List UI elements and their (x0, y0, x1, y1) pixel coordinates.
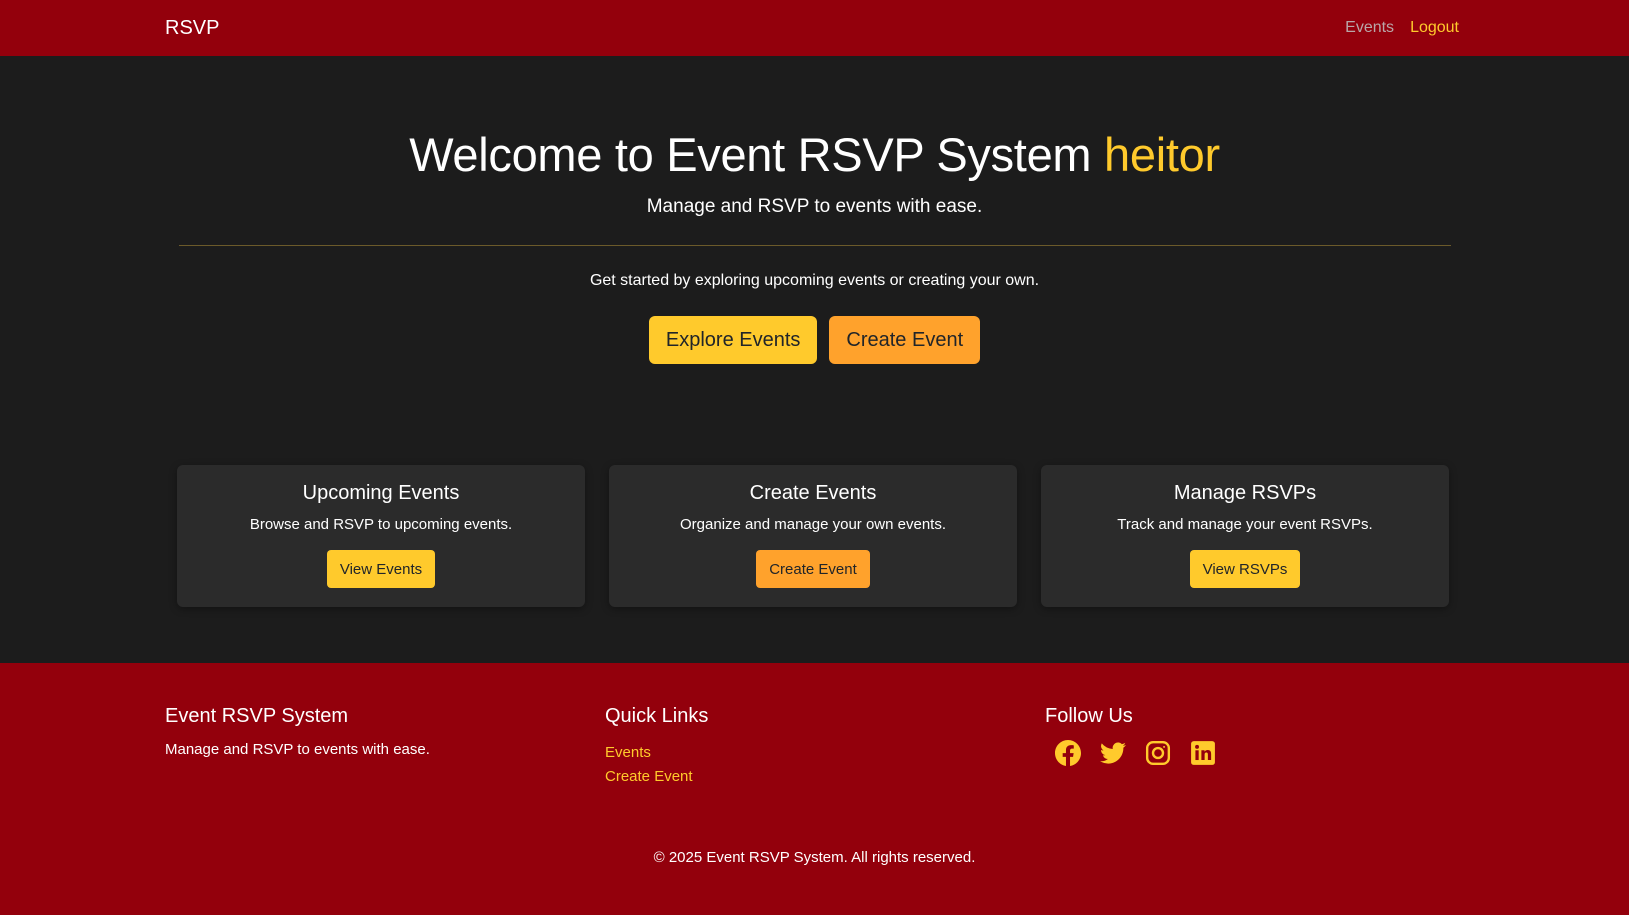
footer-quick-links: Quick Links Events Create Event (605, 705, 1045, 789)
nav-link-events[interactable]: Events (1345, 19, 1394, 37)
card-text: Organize and manage your own events. (680, 516, 946, 533)
create-event-button[interactable]: Create Event (829, 316, 981, 365)
card-manage-rsvps: Manage RSVPs Track and manage your event… (1041, 465, 1449, 607)
brand-link[interactable]: RSVP (165, 17, 219, 40)
footer-columns: Event RSVP System Manage and RSVP to eve… (0, 663, 1629, 789)
hero-subtitle: Manage and RSVP to events with ease. (646, 196, 983, 218)
copyright: © 2025 Event RSVP System. All rights res… (653, 849, 976, 866)
card-text: Track and manage your event RSVPs. (1117, 516, 1373, 533)
card-title: Manage RSVPs (1173, 482, 1317, 504)
card-upcoming-events: Upcoming Events Browse and RSVP to upcom… (177, 465, 585, 607)
footer-link-create-event[interactable]: Create Event (605, 768, 693, 785)
card-text: Browse and RSVP to upcoming events. (249, 516, 513, 533)
list-item: Create Event (605, 765, 1045, 789)
footer-link-events[interactable]: Events (605, 744, 651, 761)
facebook-icon[interactable] (1055, 740, 1081, 766)
linkedin-icon[interactable] (1190, 740, 1216, 766)
quick-links-list: Events Create Event (605, 741, 1045, 789)
feature-cards: Upcoming Events Browse and RSVP to upcom… (177, 465, 1449, 607)
explore-events-button[interactable]: Explore Events (648, 316, 818, 365)
card-create-event-button[interactable]: Create Event (756, 550, 870, 588)
username: heitor (1104, 128, 1220, 181)
footer-quick-links-title: Quick Links (605, 705, 709, 727)
social-links (1045, 740, 1485, 766)
footer-about-title: Event RSVP System (165, 705, 349, 727)
footer: Event RSVP System Manage and RSVP to eve… (0, 663, 1629, 915)
twitter-icon[interactable] (1100, 740, 1126, 766)
footer-about-text: Manage and RSVP to events with ease. (165, 741, 430, 758)
view-rsvps-button[interactable]: View RSVPs (1189, 550, 1301, 588)
navbar: RSVP Events Logout (0, 0, 1629, 56)
footer-follow-title: Follow Us (1045, 705, 1133, 727)
footer-about: Event RSVP System Manage and RSVP to eve… (165, 705, 605, 789)
view-events-button[interactable]: View Events (326, 550, 436, 588)
nav-link-logout[interactable]: Logout (1410, 19, 1459, 37)
hero-intro: Get started by exploring upcoming events… (589, 272, 1040, 290)
instagram-icon[interactable] (1145, 740, 1171, 766)
hero-buttons: Explore Events Create Event (0, 316, 1629, 365)
hero-section: Welcome to Event RSVP System heitor Mana… (0, 56, 1629, 365)
page-title: Welcome to Event RSVP System heitor (0, 128, 1629, 182)
list-item: Events (605, 741, 1045, 765)
card-title: Create Events (749, 482, 877, 504)
card-create-events: Create Events Organize and manage your o… (609, 465, 1017, 607)
divider (178, 245, 1451, 247)
nav-links: Events Logout (1345, 19, 1459, 37)
card-title: Upcoming Events (302, 482, 460, 504)
page-title-text: Welcome to Event RSVP System (409, 128, 1105, 181)
footer-follow: Follow Us (1045, 705, 1485, 789)
